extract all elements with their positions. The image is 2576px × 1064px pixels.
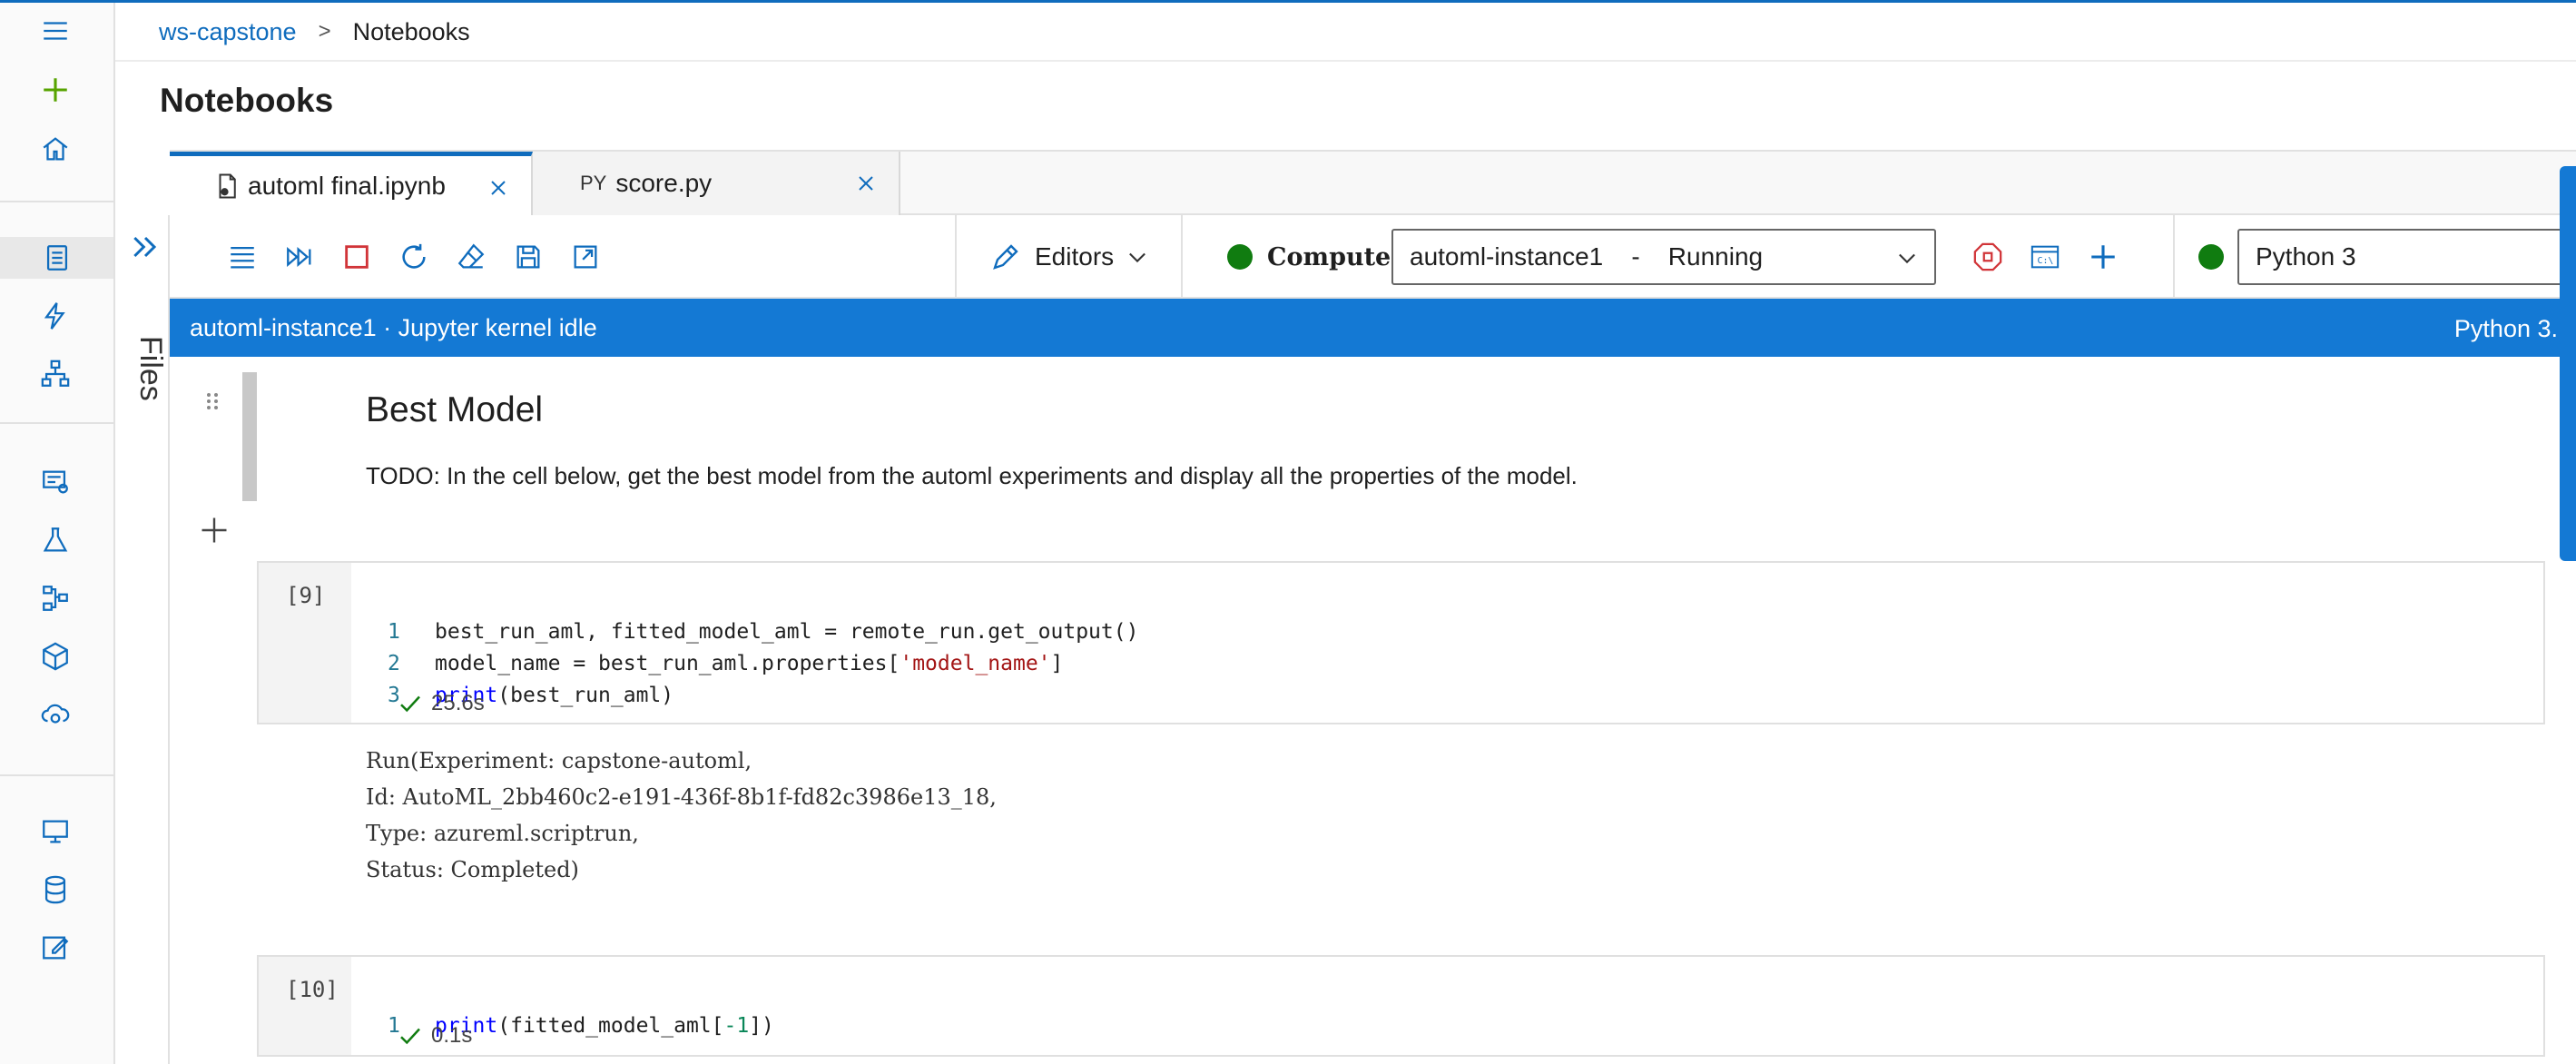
compute-status: Compute:: [1227, 237, 1400, 277]
drag-handle-icon[interactable]: [202, 390, 223, 412]
compute-running-dot: [1227, 244, 1253, 270]
rail-divider: [0, 201, 113, 202]
notebook-toolbar: Editors Compute: automl-instance1 - Runn…: [170, 215, 2576, 299]
selected-cell-indicator: [242, 372, 257, 501]
breadcrumb-separator: >: [318, 19, 331, 44]
breadcrumb-workspace-link[interactable]: ws-capstone: [159, 18, 297, 46]
close-tab-icon[interactable]: [855, 172, 877, 193]
compute-instance-value: automl-instance1 - Running: [1410, 242, 1764, 271]
tab-label: score.py: [615, 169, 713, 197]
table-of-contents-icon[interactable]: [222, 237, 262, 277]
editors-label: Editors: [1035, 242, 1115, 271]
open-in-new-window-icon[interactable]: [565, 237, 605, 277]
success-check-icon: [400, 695, 420, 713]
editors-dropdown[interactable]: Editors: [989, 237, 1163, 277]
code-cell[interactable]: [10] 1 print(fitted_model_aml[-1]) 0.1s: [257, 955, 2545, 1057]
close-tab-icon[interactable]: [487, 176, 509, 198]
kernel-value: Python 3: [2256, 242, 2356, 271]
tab-automl-final-ipynb[interactable]: automl final.ipynb: [170, 152, 533, 215]
create-new-plus-icon[interactable]: [34, 69, 76, 111]
page-title: Notebooks: [160, 82, 334, 119]
left-nav-rail: [0, 3, 115, 1064]
kernel-status-text: automl-instance1 · Jupyter kernel idle: [190, 313, 597, 341]
datastores-icon[interactable]: [34, 869, 76, 911]
code-line: 2 model_name = best_run_aml.properties['m…: [388, 648, 1138, 680]
python-file-icon: PY: [580, 172, 607, 194]
notebooks-icon[interactable]: [0, 237, 113, 279]
code-editor[interactable]: 1 print(fitted_model_aml[-1]): [388, 979, 774, 1064]
interrupt-kernel-icon[interactable]: [337, 237, 377, 277]
code-line: 1 best_run_aml, fitted_model_aml = remote…: [388, 616, 1138, 648]
execution-count: [9]: [286, 583, 326, 608]
files-panel-label[interactable]: Files: [133, 336, 168, 427]
automated-ml-icon[interactable]: [34, 295, 76, 337]
toolbar-divider: [2173, 215, 2175, 297]
toolbar-divider: [955, 215, 957, 297]
rail-divider: [0, 422, 113, 424]
open-terminal-icon[interactable]: C:\: [2025, 237, 2065, 277]
endpoints-icon[interactable]: [34, 694, 76, 735]
cell-output: Run(Experiment: capstone-automl, Id: Auto…: [366, 748, 997, 882]
side-panel-edge[interactable]: [2560, 166, 2576, 561]
compute-label: Compute:: [1267, 242, 1401, 271]
compute-instance-select[interactable]: automl-instance1 - Running: [1391, 229, 1936, 285]
notebook-tab-bar: automl final.ipynb PY score.py: [170, 150, 2576, 215]
add-cell-plus-icon[interactable]: [198, 514, 231, 547]
success-check-icon: [400, 1028, 420, 1045]
experiments-icon[interactable]: [34, 519, 76, 561]
run-all-cells-icon[interactable]: [280, 237, 320, 277]
notebook-file-icon: [213, 172, 241, 200]
cell-gutter: [259, 957, 351, 1055]
data-labeling-icon[interactable]: [34, 927, 76, 969]
execution-time: 0.1s: [397, 1022, 472, 1049]
stop-compute-icon[interactable]: [1968, 237, 2008, 277]
kernel-version-text: Python 3.: [2453, 315, 2558, 342]
chevron-down-icon: [1129, 252, 1146, 263]
pipelines-icon[interactable]: [34, 577, 76, 619]
add-compute-plus-icon[interactable]: [2083, 237, 2123, 277]
toolbar-divider: [1181, 215, 1183, 297]
header-divider: [115, 60, 2576, 62]
kernel-select[interactable]: Python 3: [2237, 229, 2576, 285]
datasets-icon[interactable]: [34, 461, 76, 503]
pencil-icon: [993, 244, 1018, 270]
tab-score-py[interactable]: PY score.py: [533, 152, 900, 215]
breadcrumb: ws-capstone > Notebooks: [159, 15, 470, 49]
execution-count: [10]: [286, 977, 339, 1002]
kernel-status-bar: automl-instance1 · Jupyter kernel idle P…: [170, 299, 2576, 357]
code-line: 3 print(best_run_aml): [388, 680, 1138, 712]
hamburger-menu-icon[interactable]: [34, 10, 76, 52]
designer-icon[interactable]: [34, 353, 76, 395]
clear-outputs-eraser-icon[interactable]: [451, 237, 491, 277]
svg-text:C:\: C:\: [2038, 256, 2054, 266]
top-accent-line: [0, 0, 2576, 3]
line-number: 1: [388, 620, 400, 644]
markdown-text: TODO: In the cell below, get the best mo…: [366, 462, 1578, 489]
expand-files-chevron-icon[interactable]: [127, 229, 163, 265]
breadcrumb-current: Notebooks: [352, 17, 470, 45]
tab-label: automl final.ipynb: [248, 171, 446, 200]
home-icon[interactable]: [34, 128, 76, 170]
save-icon[interactable]: [508, 237, 548, 277]
models-icon[interactable]: [34, 635, 76, 677]
compute-icon[interactable]: [34, 811, 76, 852]
chevron-down-icon: [1899, 253, 1915, 264]
rail-divider: [0, 774, 113, 776]
line-number: 2: [388, 652, 400, 675]
kernel-status-dot: [2198, 244, 2224, 270]
markdown-heading: Best Model: [366, 390, 544, 429]
restart-kernel-icon[interactable]: [394, 237, 434, 277]
code-cell[interactable]: [9] 1 best_run_aml, fitted_model_aml = re…: [257, 561, 2545, 724]
execution-time: 25.6s: [397, 690, 485, 717]
